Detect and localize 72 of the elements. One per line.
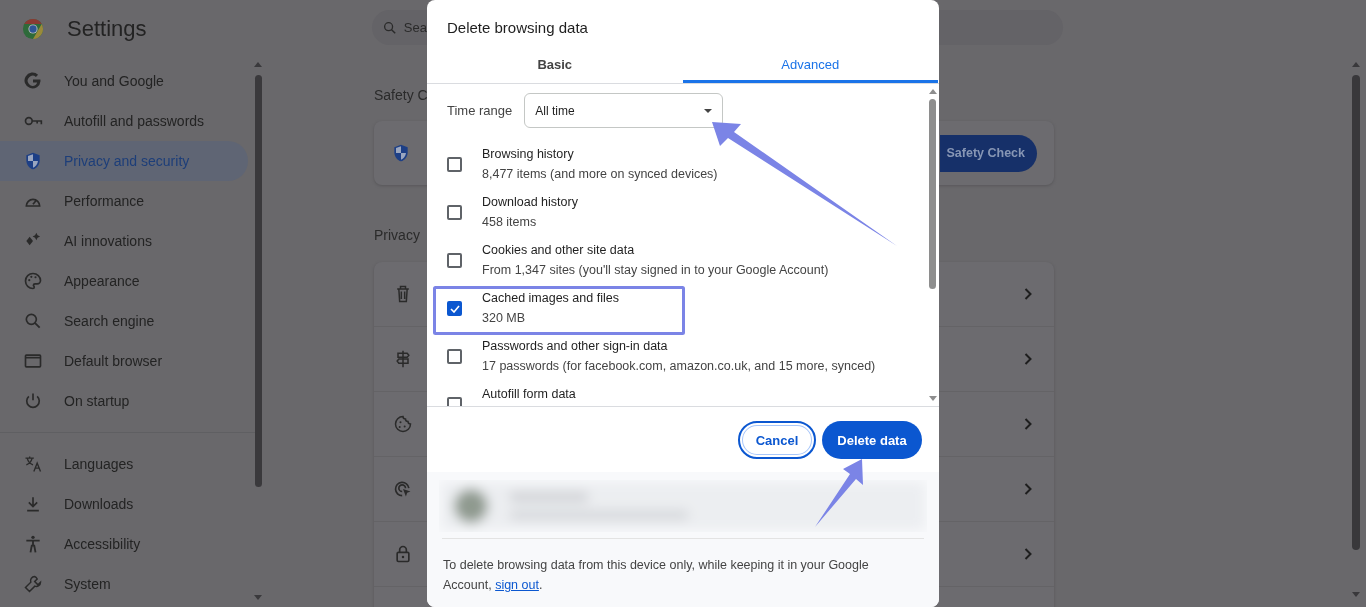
scrollbar-thumb[interactable] — [929, 99, 936, 289]
sidebar-item[interactable]: AI innovations — [0, 221, 248, 261]
g-logo-icon — [23, 71, 43, 91]
accessibility-icon — [23, 534, 43, 554]
sidebar-item[interactable]: Appearance — [0, 261, 248, 301]
delete-button[interactable]: Delete data — [822, 421, 922, 459]
cursor-target-icon — [393, 479, 413, 499]
sidebar-item[interactable]: Performance — [0, 181, 248, 221]
option-detail: 320 MB — [482, 310, 527, 327]
sidebar-item[interactable]: Downloads — [0, 484, 248, 524]
safety-check-button[interactable]: Safety Check — [940, 134, 1037, 172]
sign-out-link[interactable]: sign out — [495, 578, 539, 592]
shield-icon — [391, 143, 411, 163]
scrollbar-thumb[interactable] — [255, 75, 262, 487]
chrome-logo — [22, 18, 44, 40]
scroll-down-arrow[interactable] — [254, 595, 262, 600]
sidebar-item[interactable]: Autofill and passwords — [0, 101, 248, 141]
scroll-up-arrow[interactable] — [929, 89, 937, 94]
lock-icon — [393, 544, 413, 564]
option-label: Autofill form data — [482, 386, 576, 403]
cookie-icon — [393, 414, 413, 434]
option-detail: 458 items — [482, 214, 538, 231]
translate-icon — [23, 454, 43, 474]
sidebar-item[interactable]: Languages — [0, 444, 248, 484]
checkbox[interactable] — [447, 205, 462, 220]
search-icon — [23, 311, 43, 331]
checkbox[interactable] — [447, 349, 462, 364]
option-detail: 17 passwords (for facebook.com, amazon.co.uk, and 15 more, synced) — [482, 358, 876, 375]
palette-icon — [23, 271, 43, 291]
option-label: Passwords and other sign-in data — [482, 338, 669, 355]
scroll-up-arrow[interactable] — [1352, 62, 1360, 67]
dropdown-caret-icon — [704, 108, 713, 113]
scroll-down-arrow[interactable] — [929, 396, 937, 401]
chevron-right-icon[interactable] — [1024, 418, 1032, 430]
tab[interactable]: Advanced — [682, 45, 938, 83]
window-icon — [23, 351, 43, 371]
power-icon — [23, 391, 43, 411]
checkbox[interactable] — [447, 253, 462, 268]
sidebar-item[interactable]: You and Google — [0, 61, 248, 101]
tab[interactable]: Basic — [427, 45, 683, 83]
sidebar-item[interactable]: Accessibility — [0, 524, 248, 564]
shield-icon — [23, 151, 43, 171]
option-label: Cached images and files — [482, 290, 619, 307]
field-label: Time range — [447, 103, 513, 118]
dialog-title: Delete browsing data — [446, 18, 589, 38]
sidebar-item[interactable]: Search engine — [0, 301, 248, 341]
chevron-right-icon[interactable] — [1024, 483, 1032, 495]
sidebar-item[interactable]: Default browser — [0, 341, 248, 381]
sidebar-item[interactable]: System — [0, 564, 248, 604]
checkbox[interactable] — [447, 157, 462, 172]
wrench-icon — [23, 574, 43, 594]
option-label: Browsing history — [482, 146, 575, 163]
scroll-down-arrow[interactable] — [1352, 592, 1360, 597]
app-title: Settings — [67, 16, 147, 42]
sidebar-item[interactable]: On startup — [0, 381, 248, 421]
chevron-right-icon[interactable] — [1024, 353, 1032, 365]
chevron-right-icon[interactable] — [1024, 548, 1032, 560]
section-heading: Safety C — [374, 87, 428, 103]
sidebar-item[interactable]: Privacy and security — [0, 141, 248, 181]
scroll-up-arrow[interactable] — [254, 62, 262, 67]
option-label: Download history — [482, 194, 578, 211]
cancel-button[interactable]: Cancel — [738, 421, 816, 459]
chevron-right-icon[interactable] — [1024, 288, 1032, 300]
option-detail: From 1,347 sites (you'll stay signed in to your Google Account) — [482, 262, 829, 279]
search-field[interactable]: Sea — [372, 10, 427, 45]
option-detail: 8,477 items (and more on synced devices) — [482, 166, 718, 183]
annotation-arrow — [815, 459, 863, 527]
checkbox[interactable] — [447, 301, 462, 316]
scrollbar-thumb[interactable] — [1352, 75, 1360, 550]
option-label: Cookies and other site data — [482, 242, 636, 259]
info-text: To delete browsing data from this device only, while keeping it in your Google Account, sign out. — [443, 557, 870, 594]
section-heading: Privacy — [374, 227, 420, 243]
